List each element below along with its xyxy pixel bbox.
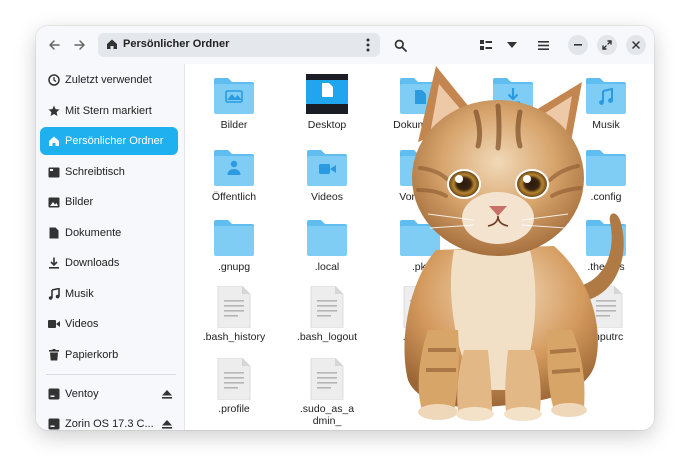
file-item[interactable]: .bash_history (189, 285, 279, 356)
sidebar-item-label: Musik (65, 288, 94, 300)
sidebar-separator (46, 374, 176, 375)
sidebar-item-downloads[interactable]: Downloads (40, 249, 178, 277)
image-icon (48, 196, 60, 208)
document-icon (48, 227, 60, 239)
music-icon (48, 288, 60, 300)
folder-icon (212, 216, 256, 258)
sidebar-item-starred[interactable]: Mit Stern markiert (40, 97, 178, 125)
text-file-icon (305, 285, 349, 329)
sidebar-item-label: Ventoy (65, 388, 99, 400)
desktop-icon (48, 166, 60, 178)
sidebar-item-zorin-os[interactable]: Zorin OS 17.3 C... (40, 410, 178, 430)
file-item[interactable]: .profile (189, 357, 279, 428)
file-name: .gnupg (217, 261, 251, 273)
file-name: .profile (218, 403, 250, 415)
sidebar-item-music[interactable]: Musik (40, 280, 178, 308)
sidebar-item-label: Dokumente (65, 227, 122, 239)
trash-icon (48, 349, 60, 361)
file-item[interactable]: Bilder (189, 74, 279, 144)
eject-icon[interactable] (160, 417, 174, 430)
video-icon (48, 318, 60, 330)
folder-icon (305, 216, 349, 258)
desktop-folder-icon (305, 74, 349, 116)
drive-icon (48, 388, 60, 400)
sidebar: Zuletzt verwendet Mit Stern markiert Per… (36, 64, 184, 430)
sidebar-item-label: Bilder (65, 196, 94, 208)
sidebar-item-label: Zorin OS 17.3 C... (65, 418, 154, 430)
sidebar-item-label: Persönlicher Ordner (65, 135, 164, 147)
sidebar-item-videos[interactable]: Videos (40, 310, 178, 338)
close-icon (632, 41, 640, 49)
sidebar-item-label: Zuletzt verwendet (65, 74, 152, 86)
sidebar-item-label: Videos (65, 318, 99, 330)
sidebar-item-label: Mit Stern markiert (65, 105, 152, 117)
sidebar-item-desktop[interactable]: Schreibtisch (40, 158, 178, 186)
folder-icon (305, 146, 349, 188)
text-file-icon (305, 357, 349, 401)
path-bar[interactable]: Persönlicher Ordner (98, 33, 380, 57)
minimize-icon (574, 44, 582, 46)
drive-icon (48, 418, 60, 430)
hamburger-menu-icon (537, 40, 549, 50)
sidebar-item-ventoy[interactable]: Ventoy (40, 380, 178, 408)
sidebar-item-label: Schreibtisch (65, 166, 125, 178)
download-icon (48, 257, 60, 269)
sidebar-item-label: Papierkorb (65, 349, 119, 361)
text-file-icon (212, 285, 256, 329)
path-label: Persönlicher Ordner (123, 38, 230, 50)
home-icon (107, 39, 117, 49)
sidebar-item-trash[interactable]: Papierkorb (40, 341, 178, 369)
list-view-icon (480, 40, 492, 50)
sidebar-item-label: Downloads (65, 257, 120, 269)
kitten-image (404, 66, 624, 421)
folder-icon (212, 146, 256, 188)
file-item[interactable]: Öffentlich (189, 146, 279, 216)
file-name: .bash_history (202, 331, 266, 343)
forward-button[interactable] (68, 33, 92, 57)
arrow-left-icon (49, 40, 60, 50)
text-file-icon (212, 357, 256, 401)
sidebar-item-documents[interactable]: Dokumente (40, 219, 178, 247)
folder-icon (212, 74, 256, 116)
home-icon (48, 135, 60, 147)
file-name: .sudo_as_admin_ (299, 403, 355, 427)
arrow-right-icon (74, 40, 85, 50)
sidebar-item-home[interactable]: Persönlicher Ordner (40, 127, 178, 155)
back-button[interactable] (42, 33, 66, 57)
sidebar-item-recent[interactable]: Zuletzt verwendet (40, 66, 178, 94)
file-name: Bilder (220, 119, 248, 131)
sidebar-item-pictures[interactable]: Bilder (40, 188, 178, 216)
file-name: Öffentlich (211, 191, 257, 203)
file-item[interactable]: .gnupg (189, 216, 279, 286)
maximize-icon (602, 40, 612, 50)
chevron-down-icon (507, 42, 517, 48)
clock-icon (48, 74, 60, 86)
eject-icon[interactable] (160, 387, 174, 401)
file-manager-window: Persönlicher Ordner Zuletzt verwendet Mi… (36, 26, 654, 430)
star-icon (48, 105, 60, 117)
